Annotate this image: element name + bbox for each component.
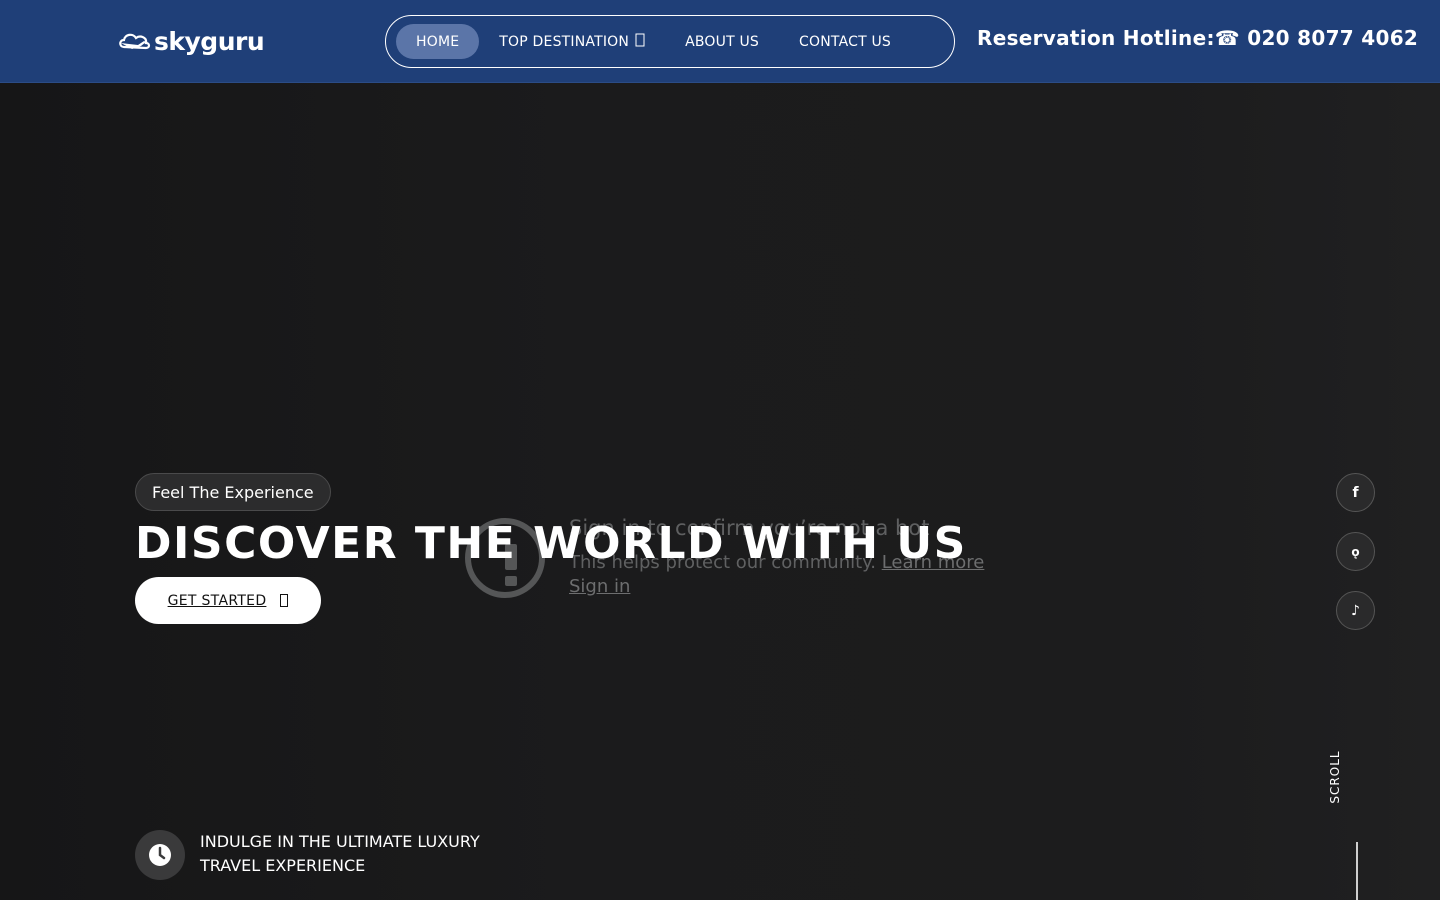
nav-home[interactable]: HOME xyxy=(396,24,480,59)
feature-text: INDULGE IN THE ULTIMATE LUXURY TRAVEL EX… xyxy=(200,830,500,878)
chevron-down-icon xyxy=(635,33,645,50)
clock-icon xyxy=(135,830,185,880)
hotline-label: Reservation Hotline: xyxy=(977,26,1215,50)
hotline-number: 020 8077 4062 xyxy=(1247,26,1419,50)
nav-about-us-label: ABOUT US xyxy=(685,33,760,50)
tiktok-button[interactable]: ♪ xyxy=(1336,591,1375,630)
scroll-line xyxy=(1356,842,1358,900)
nav-top-destination[interactable]: TOP DESTINATION xyxy=(479,24,665,59)
airplane-cloud-icon xyxy=(119,33,151,50)
main-nav: HOME TOP DESTINATION ABOUT US CONTACT US xyxy=(385,15,955,68)
logo[interactable]: skyguru xyxy=(118,26,265,56)
logo-text: skyguru xyxy=(154,26,265,56)
nav-contact-us[interactable]: CONTACT US xyxy=(779,24,911,59)
facebook-button[interactable]: f xyxy=(1336,473,1375,512)
site-header: skyguru HOME TOP DESTINATION ABOUT US CO… xyxy=(0,0,1440,83)
reservation-hotline[interactable]: Reservation Hotline:☎ 020 8077 4062 xyxy=(977,26,1418,50)
scroll-label[interactable]: SCROLL xyxy=(1328,750,1342,803)
snapchat-button[interactable]: ǫ xyxy=(1336,532,1375,571)
snapchat-icon: ǫ xyxy=(1351,544,1360,559)
arrow-icon xyxy=(280,594,289,607)
hero-title: DISCOVER THE WORLD WITH US xyxy=(135,518,967,569)
nav-contact-us-label: CONTACT US xyxy=(799,33,892,50)
get-started-label: GET STARTED xyxy=(167,592,267,609)
feature-line-2: TRAVEL EXPERIENCE xyxy=(200,856,366,875)
nav-about-us[interactable]: ABOUT US xyxy=(665,24,779,59)
sign-in-link[interactable]: Sign in xyxy=(569,576,630,597)
get-started-button[interactable]: GET STARTED xyxy=(135,577,321,624)
nav-top-destination-label: TOP DESTINATION xyxy=(499,33,630,50)
phone-icon: ☎ xyxy=(1214,26,1240,50)
tiktok-icon: ♪ xyxy=(1351,602,1360,619)
hero-badge: Feel The Experience xyxy=(135,473,331,511)
nav-home-label: HOME xyxy=(416,33,460,50)
facebook-icon: f xyxy=(1352,484,1359,501)
feature-line-1: INDULGE IN THE ULTIMATE LUXURY xyxy=(200,832,480,851)
